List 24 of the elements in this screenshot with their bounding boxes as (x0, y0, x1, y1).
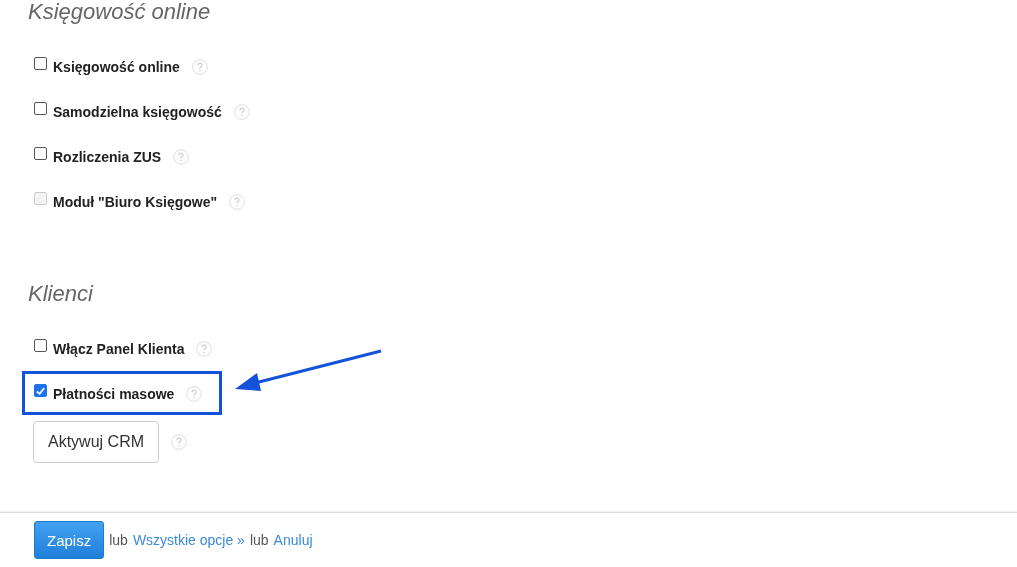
section-heading: Klienci (28, 280, 95, 308)
help-icon[interactable] (191, 58, 208, 75)
checkbox[interactable] (34, 102, 47, 115)
checkbox-label[interactable]: Włącz Panel Klienta (53, 340, 185, 357)
checkbox-label[interactable]: Płatności masowe (53, 385, 175, 402)
help-icon[interactable] (233, 103, 250, 120)
help-icon[interactable] (196, 340, 213, 357)
help-icon[interactable] (171, 433, 187, 450)
help-icon[interactable] (186, 385, 203, 402)
section-heading: Księgowość online (28, 0, 212, 26)
checkbox[interactable] (34, 339, 47, 352)
cancel-link[interactable]: Anuluj (273, 532, 313, 548)
or-text: lub (109, 532, 128, 548)
checkbox-label[interactable]: Samodzielna księgowość (53, 103, 222, 120)
checkbox[interactable] (34, 384, 47, 397)
activate-crm-button[interactable]: Aktywuj CRM (33, 420, 159, 463)
checkbox-label[interactable]: Księgowość online (53, 58, 180, 75)
checkbox[interactable] (34, 147, 47, 160)
checkbox-label[interactable]: Rozliczenia ZUS (53, 148, 162, 165)
or-text: lub (249, 532, 269, 548)
help-icon[interactable] (173, 148, 190, 165)
help-icon[interactable] (229, 193, 246, 210)
checkbox[interactable] (34, 57, 47, 70)
all-options-link[interactable]: Wszystkie opcje » (132, 532, 245, 548)
